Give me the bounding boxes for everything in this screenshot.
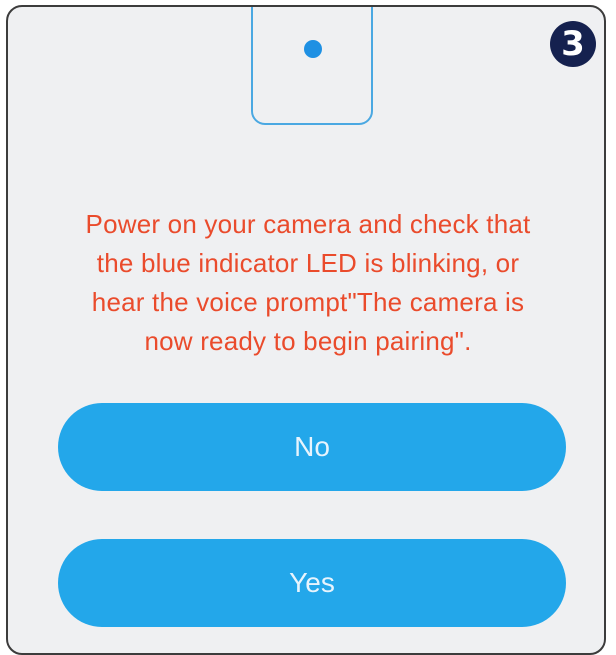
pairing-instruction-text: Power on your camera and check that the … — [38, 205, 578, 361]
no-button[interactable]: No — [58, 403, 566, 491]
camera-outline-icon — [251, 7, 373, 125]
instruction-line: hear the voice prompt"The camera is — [91, 287, 525, 317]
instruction-line: Power on your camera and check that — [85, 209, 531, 239]
yes-button[interactable]: Yes — [58, 539, 566, 627]
blue-led-icon — [304, 40, 322, 58]
instruction-line: now ready to begin pairing". — [144, 326, 472, 356]
pairing-screen: 3 Power on your camera and check that th… — [6, 5, 606, 655]
instruction-line: the blue indicator LED is blinking, or — [96, 248, 520, 278]
step-number-badge: 3 — [550, 21, 596, 67]
